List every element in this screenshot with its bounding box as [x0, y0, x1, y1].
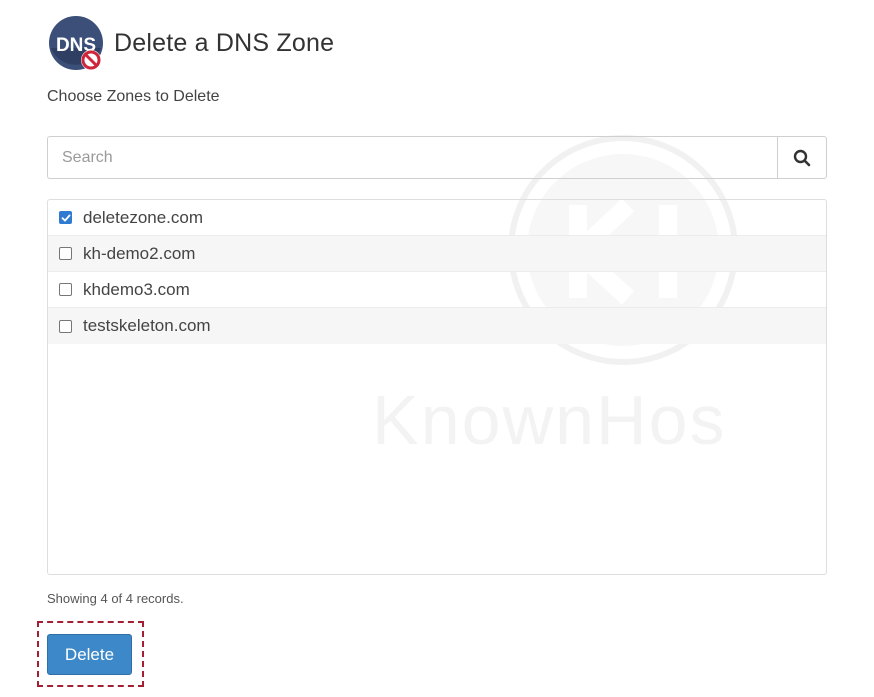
- page-title: Delete a DNS Zone: [114, 28, 335, 57]
- zone-label: khdemo3.com: [83, 279, 190, 299]
- dns-delete-icon: DNS: [47, 14, 105, 72]
- zone-row[interactable]: khdemo3.com: [48, 272, 826, 308]
- search-input[interactable]: [47, 136, 777, 179]
- checkmark-icon: [61, 214, 71, 221]
- zone-label: testskeleton.com: [83, 316, 211, 335]
- zone-row[interactable]: kh-demo2.com: [48, 236, 826, 272]
- search-group: [47, 136, 827, 179]
- delete-button[interactable]: Delete: [47, 634, 132, 675]
- section-subtitle: Choose Zones to Delete: [47, 88, 220, 105]
- zone-checkbox[interactable]: [59, 211, 72, 224]
- page-header: DNS Delete a DNS Zone: [47, 14, 334, 72]
- zone-label: deletezone.com: [83, 207, 204, 227]
- zone-label: kh-demo2.com: [83, 243, 196, 263]
- zone-row[interactable]: testskeleton.com: [48, 308, 826, 344]
- zone-checkbox[interactable]: [59, 319, 72, 333]
- zone-row[interactable]: deletezone.com: [48, 200, 826, 236]
- records-count: Showing 4 of 4 records.: [47, 591, 184, 606]
- search-button[interactable]: [777, 136, 827, 179]
- zone-checkbox[interactable]: [59, 247, 72, 260]
- zone-checkbox[interactable]: [59, 283, 72, 296]
- search-icon: [793, 149, 811, 166]
- zone-list: deletezone.com kh-demo2.com khdemo3.com …: [47, 199, 827, 575]
